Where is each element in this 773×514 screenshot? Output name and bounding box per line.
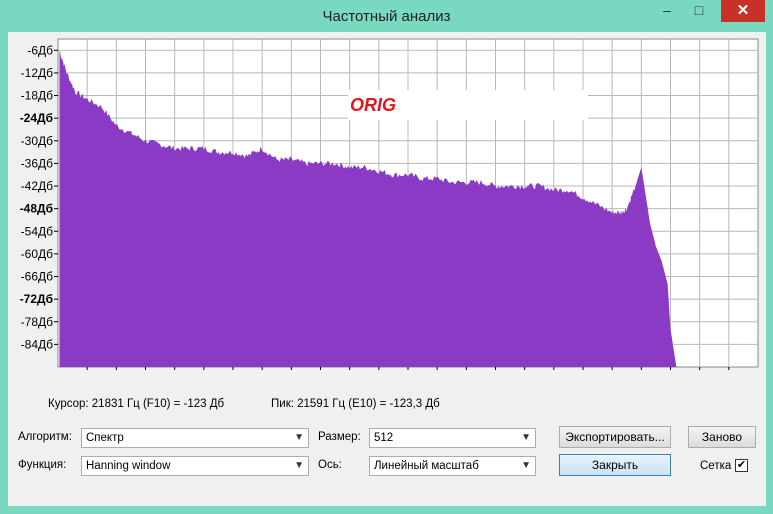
spectrum-chart: -6Дб -12Дб -18Дб -24Дб -30Дб -36Дб -42Дб -48Дб -… [20, 38, 759, 388]
minimize-button[interactable]: – [653, 0, 681, 22]
axis-select[interactable]: Линейный масштаб ▼ [369, 456, 536, 476]
peak-readout: Пик: 21591 Гц (E10) = -123,3 Дб [271, 398, 440, 410]
y-tick-label: -48Дб [20, 202, 53, 216]
cursor-readout: Курсор: 21831 Гц (F10) = -123 Дб [48, 398, 225, 410]
chevron-down-icon: ▼ [294, 460, 304, 471]
y-tick-label: -72Дб [20, 292, 53, 306]
dialog-client-area: -6Дб -12Дб -18Дб -24Дб -30Дб -36Дб -42Дб -48Дб -… [8, 32, 766, 506]
algorithm-label: Алгоритм: [18, 431, 72, 443]
redo-button[interactable]: Заново [688, 426, 756, 448]
y-tick-label: -84Дб [21, 337, 53, 351]
chevron-down-icon: ▼ [294, 432, 304, 443]
chevron-down-icon: ▼ [521, 432, 531, 443]
y-tick-label: -24Дб [20, 111, 53, 125]
close-window-button[interactable]: ✕ [721, 0, 765, 22]
algorithm-select[interactable]: Спектр ▼ [81, 428, 309, 448]
function-label: Функция: [18, 459, 67, 471]
maximize-button[interactable]: □ [685, 0, 713, 22]
grid-label: Сетка [700, 460, 732, 472]
frequency-analysis-window: Частотный анализ – □ ✕ -6Дб -12Дб -18Дб -24… [0, 0, 773, 514]
overlay-label: ORIG [350, 95, 396, 115]
y-tick-label: -66Дб [21, 270, 53, 284]
y-tick-label: -78Дб [21, 315, 53, 329]
y-tick-label: -30Дб [21, 134, 53, 148]
y-tick-label: -42Дб [21, 179, 53, 193]
close-button[interactable]: Закрыть [559, 454, 671, 476]
export-button[interactable]: Экспортировать... [559, 426, 671, 448]
size-value: 512 [374, 432, 394, 444]
y-axis: -6Дб -12Дб -18Дб -24Дб -30Дб -36Дб -42Дб -48Дб -… [20, 43, 58, 351]
y-tick-label: -60Дб [21, 247, 53, 261]
size-label: Размер: [318, 431, 361, 443]
title-bar: Частотный анализ – □ ✕ [0, 0, 773, 32]
y-tick-label: -6Дб [27, 43, 53, 57]
size-select[interactable]: 512 ▼ [369, 428, 536, 448]
algorithm-value: Спектр [86, 432, 124, 444]
function-select[interactable]: Hanning window ▼ [81, 456, 309, 476]
chevron-down-icon: ▼ [521, 460, 531, 471]
y-tick-label: -36Дб [21, 156, 53, 170]
y-tick-label: -54Дб [21, 224, 53, 238]
function-value: Hanning window [86, 460, 171, 472]
spectrum-graph-area: -6Дб -12Дб -18Дб -24Дб -30Дб -36Дб -42Дб -48Дб -… [8, 32, 766, 388]
y-tick-label: -18Дб [21, 89, 53, 103]
y-tick-label: -12Дб [21, 66, 53, 80]
axis-label: Ось: [318, 459, 342, 471]
grid-checkbox[interactable]: ✔ [735, 459, 748, 472]
axis-value: Линейный масштаб [374, 460, 479, 472]
